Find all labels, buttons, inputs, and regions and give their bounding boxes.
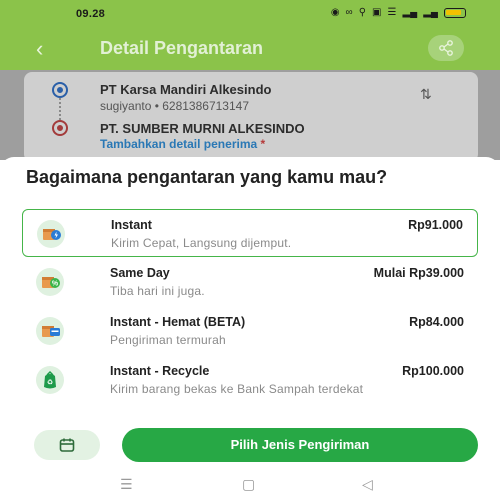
same-day-box-icon: % bbox=[36, 268, 64, 296]
sheet-title: Bagaimana pengantaran yang kamu mau? bbox=[26, 167, 388, 187]
page-title: Detail Pengantaran bbox=[100, 38, 264, 58]
option-price: Rp100.000 bbox=[402, 364, 464, 378]
share-button[interactable] bbox=[428, 35, 464, 61]
dropoff-marker-icon bbox=[54, 122, 66, 134]
instant-box-icon bbox=[37, 220, 65, 248]
delivery-option-same-day[interactable]: % Same Day Mulai Rp39.000 Tiba hari ini … bbox=[22, 258, 478, 306]
data-icon: ▣ bbox=[372, 7, 382, 18]
option-description: Kirim Cepat, Langsung dijemput. bbox=[111, 236, 292, 250]
home-icon[interactable]: ▢ bbox=[242, 476, 255, 493]
sender-contact: sugiyanto • 6281386713147 bbox=[100, 99, 249, 113]
location-icon: ⚲ bbox=[358, 7, 367, 18]
system-nav-bar: ☰ ▢ ◁ bbox=[0, 470, 500, 500]
delivery-option-sheet: Bagaimana pengantaran yang kamu mau? Ins… bbox=[0, 157, 500, 500]
voice-icon: ∞ bbox=[345, 7, 353, 18]
back-arrow-icon[interactable]: ‹ bbox=[36, 36, 43, 62]
wifi-icon: ☰ bbox=[387, 7, 397, 18]
option-description: Kirim barang bekas ke Bank Sampah terdek… bbox=[110, 382, 364, 396]
option-name: Instant - Hemat (BETA) bbox=[110, 315, 246, 329]
recycle-bag-icon: ♻ bbox=[36, 366, 64, 394]
back-icon[interactable]: ◁ bbox=[362, 476, 373, 493]
option-name: Same Day bbox=[110, 266, 170, 280]
menu-icon[interactable]: ☰ bbox=[120, 476, 133, 493]
choose-shipping-type-button[interactable]: Pilih Jenis Pengiriman bbox=[122, 428, 478, 462]
schedule-button[interactable] bbox=[34, 430, 100, 460]
option-price: Rp91.000 bbox=[408, 218, 463, 232]
receiver-name: PT. SUMBER MURNI ALKESINDO bbox=[100, 121, 305, 136]
delivery-option-instant[interactable]: Instant Rp91.000 Kirim Cepat, Langsung d… bbox=[22, 209, 478, 257]
signal-icon: ▂▄ bbox=[423, 7, 438, 18]
svg-text:♻: ♻ bbox=[47, 379, 53, 387]
signal-icon: ▂▄ bbox=[402, 7, 418, 18]
app-header: ‹ Detail Pengantaran bbox=[0, 28, 500, 70]
option-price: Rp84.000 bbox=[409, 315, 464, 329]
share-icon bbox=[439, 40, 453, 56]
add-receiver-detail-label: Tambahkan detail penerima bbox=[100, 137, 258, 151]
camera-notif-icon: ◉ bbox=[330, 7, 340, 18]
option-price: Mulai Rp39.000 bbox=[373, 266, 464, 280]
add-receiver-detail-link[interactable]: Tambahkan detail penerima * bbox=[100, 137, 265, 151]
delivery-option-instant-hemat[interactable]: Instant - Hemat (BETA) Rp84.000 Pengirim… bbox=[22, 307, 478, 355]
option-description: Tiba hari ini juga. bbox=[110, 284, 205, 298]
option-name: Instant bbox=[111, 218, 152, 232]
status-bar: 09.28 ◉ ∞ ⚲ ▣ ☰ ▂▄ ▂▄ bbox=[0, 0, 500, 28]
svg-text:%: % bbox=[52, 281, 59, 288]
swap-icon[interactable]: ⇅ bbox=[420, 86, 432, 103]
hemat-box-icon bbox=[36, 317, 64, 345]
status-icons: ◉ ∞ ⚲ ▣ ☰ ▂▄ ▂▄ bbox=[331, 7, 466, 18]
option-name: Instant - Recycle bbox=[110, 364, 210, 378]
route-line bbox=[59, 98, 61, 120]
status-time: 09.28 bbox=[76, 8, 106, 20]
battery-icon bbox=[444, 7, 466, 18]
delivery-option-instant-recycle[interactable]: ♻ Instant - Recycle Rp100.000 Kirim bara… bbox=[22, 356, 478, 412]
required-mark: * bbox=[260, 137, 266, 151]
calendar-icon bbox=[59, 438, 75, 452]
sender-name: PT Karsa Mandiri Alkesindo bbox=[100, 82, 272, 97]
pickup-marker-icon bbox=[54, 84, 66, 96]
option-description: Pengiriman termurah bbox=[110, 333, 226, 347]
